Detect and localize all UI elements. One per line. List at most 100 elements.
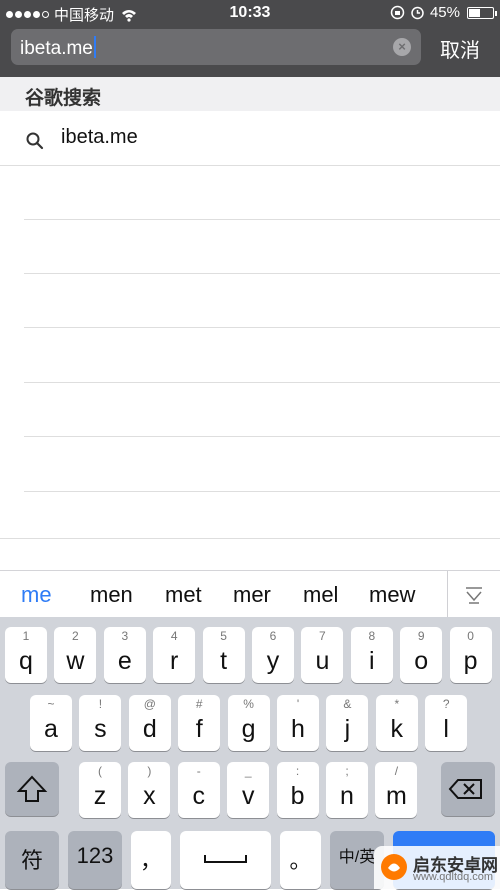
key-label: q [19, 647, 33, 675]
watermark-url: www.qdltdq.com [413, 871, 494, 883]
key-secondary-label: * [394, 697, 400, 711]
expand-suggestions-icon[interactable] [462, 582, 486, 606]
key-secondary-label: 6 [269, 629, 277, 643]
clear-icon[interactable]: × [393, 38, 411, 56]
divider [24, 382, 500, 383]
key-d[interactable]: @ d [128, 695, 171, 751]
numbers-key[interactable]: 123 [68, 831, 122, 889]
key-label: h [291, 715, 305, 743]
search-input-text[interactable]: ibeta.me [20, 36, 96, 60]
key-label: b [290, 782, 305, 810]
key-r[interactable]: 4r [153, 627, 196, 683]
key-u[interactable]: 7u [301, 627, 344, 683]
suggestion-divider [447, 571, 448, 618]
key-label: i [369, 647, 375, 675]
key-secondary-label: : [295, 764, 300, 778]
divider [24, 436, 500, 437]
key-label: j [344, 715, 351, 743]
period-key[interactable]: 。 [280, 831, 321, 889]
key-label: r [170, 647, 179, 675]
key-q[interactable]: 1q [5, 627, 47, 683]
key-w[interactable]: 2w [54, 627, 97, 683]
divider [24, 219, 500, 220]
watermark: 启东安卓网 www.qdltdq.com [374, 846, 500, 889]
key-k[interactable]: * k [375, 695, 418, 751]
key-j[interactable]: & j [326, 695, 369, 751]
key-secondary-label: 8 [368, 629, 376, 643]
key-secondary-label: - [196, 764, 201, 778]
key-label: a [44, 715, 58, 743]
key-secondary-label: 4 [170, 629, 178, 643]
key-secondary-label: ! [98, 697, 103, 711]
key-secondary-label: ( [98, 764, 102, 778]
key-b[interactable]: :b [276, 762, 319, 818]
key-secondary-label: 9 [417, 629, 425, 643]
key-c[interactable]: -c [177, 762, 220, 818]
key-secondary-label: 2 [72, 629, 79, 643]
space-key[interactable] [180, 831, 271, 889]
key-i[interactable]: 8i [350, 627, 393, 683]
key-t[interactable]: 5t [202, 627, 245, 683]
suggestion-item[interactable]: mel [303, 582, 338, 608]
battery-percent: 45% [429, 4, 460, 21]
shift-key[interactable] [5, 762, 59, 816]
key-secondary-label: / [394, 764, 399, 778]
key-label: w [66, 647, 85, 675]
key-f[interactable]: # f [178, 695, 221, 751]
key-n[interactable]: ; n [326, 762, 368, 818]
key-secondary-label: @ [143, 697, 156, 711]
suggestion-item[interactable]: mew [369, 582, 415, 608]
key-o[interactable]: 9o [400, 627, 443, 683]
key-secondary-label: ) [147, 764, 152, 778]
search-header: 中国移动 10:33 45% ibeta.me × 取消 [0, 0, 500, 77]
key-g[interactable]: % g [227, 695, 270, 751]
delete-key[interactable] [441, 762, 495, 816]
section-header: 谷歌搜索 [0, 77, 500, 111]
search-value: ibeta.me [20, 38, 93, 59]
key-m[interactable]: / m [375, 762, 418, 818]
key-label: e [117, 647, 132, 675]
key-label: z [93, 782, 107, 810]
suggestion-item[interactable]: mer [233, 582, 271, 608]
key-secondary-label: # [195, 697, 203, 711]
key-secondary-label: 0 [467, 629, 474, 643]
key-p[interactable]: 0p [449, 627, 492, 683]
rotation-lock-icon [390, 5, 405, 20]
key-z[interactable]: (z [79, 762, 121, 818]
key-h[interactable]: ' h [277, 695, 319, 751]
key-s[interactable]: ! s [79, 695, 122, 751]
watermark-logo-icon [381, 854, 407, 880]
suggestion-item[interactable]: men [90, 582, 133, 608]
backspace-icon [448, 779, 482, 799]
text-cursor [93, 36, 96, 58]
key-x[interactable]: ) x [128, 762, 171, 818]
key-label: n [340, 782, 354, 810]
search-input[interactable]: ibeta.me × [11, 29, 421, 65]
key-label: u [315, 647, 330, 675]
key-label: p [463, 647, 478, 675]
result-text: ibeta.me [61, 126, 138, 148]
suggestion-bar: me men met mer mel mew [0, 570, 500, 618]
key-l[interactable]: ? l [425, 695, 468, 751]
cancel-button[interactable]: 取消 [440, 34, 480, 63]
key-secondary-label: 1 [22, 629, 30, 643]
divider [24, 491, 500, 492]
shift-icon [16, 775, 48, 802]
list-item[interactable]: ibeta.me [0, 111, 500, 166]
key-a[interactable]: ~ a [30, 695, 72, 751]
key-e[interactable]: 3e [103, 627, 146, 683]
key-secondary-label: % [243, 697, 254, 711]
symbols-key[interactable]: 符 [5, 831, 59, 889]
search-icon [26, 132, 44, 150]
key-v[interactable]: _ v [227, 762, 270, 818]
key-label: y [266, 647, 280, 675]
suggestion-item[interactable]: met [165, 582, 202, 608]
comma-key[interactable]: ， [131, 831, 171, 889]
symbols-key-label: 符 [20, 848, 43, 873]
suggestion-item[interactable]: me [21, 582, 52, 608]
section-title: 谷歌搜索 [25, 88, 102, 109]
key-secondary-label: & [343, 697, 352, 711]
battery-icon [467, 6, 497, 19]
key-y[interactable]: 6y [252, 627, 294, 683]
key-label: l [443, 715, 449, 743]
